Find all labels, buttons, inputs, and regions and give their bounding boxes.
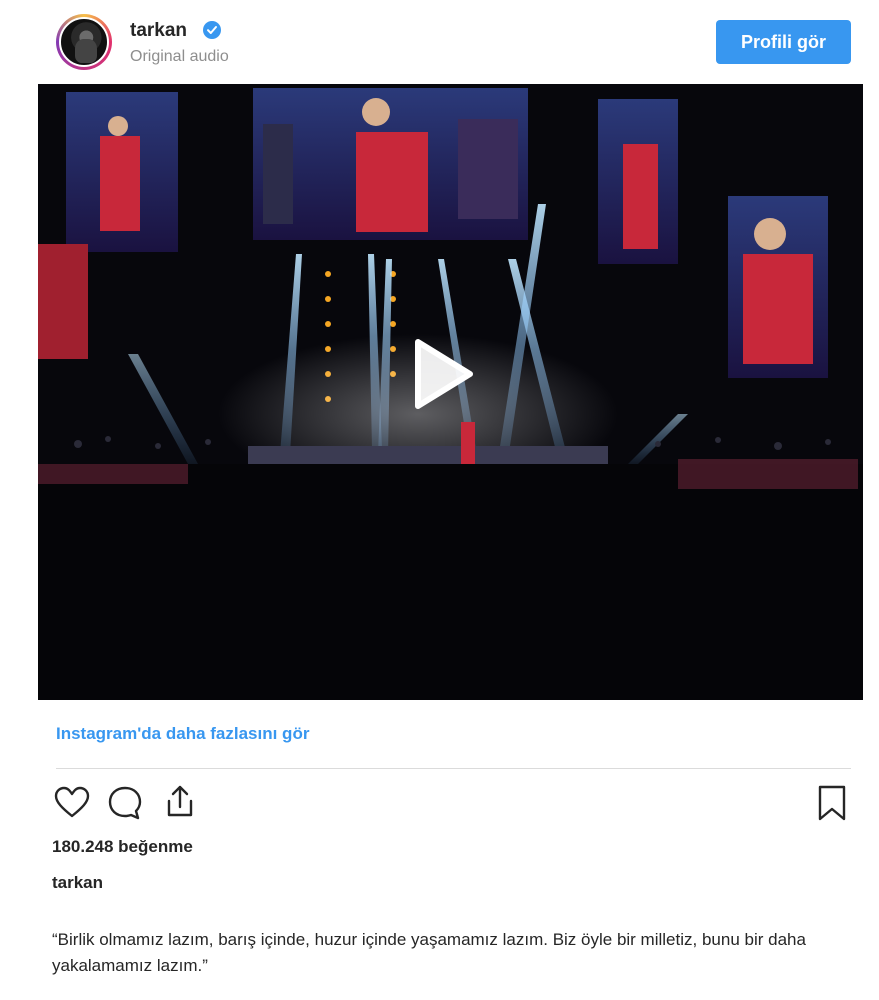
verified-badge-icon	[203, 21, 221, 39]
heart-icon[interactable]	[52, 783, 92, 823]
bookmark-icon[interactable]	[812, 783, 852, 823]
caption-username[interactable]: tarkan	[52, 873, 103, 893]
username-link[interactable]: tarkan	[130, 20, 187, 42]
share-icon[interactable]	[160, 781, 200, 821]
video-player[interactable]	[38, 84, 863, 700]
avatar[interactable]	[56, 14, 112, 70]
caption-text: “Birlik olmamız lazım, barış içinde, huz…	[52, 930, 806, 975]
like-count[interactable]: 180.248 beğenme	[52, 837, 193, 857]
play-icon[interactable]	[410, 338, 474, 410]
audio-label[interactable]: Original audio	[130, 48, 229, 66]
divider	[56, 768, 851, 769]
view-profile-button[interactable]: Profili gör	[716, 20, 851, 64]
post-header: tarkan Original audio Profili gör	[0, 0, 879, 84]
avatar-image	[59, 17, 109, 67]
view-more-on-instagram-link[interactable]: Instagram'da daha fazlasını gör	[56, 724, 309, 744]
comment-icon[interactable]	[105, 783, 145, 823]
